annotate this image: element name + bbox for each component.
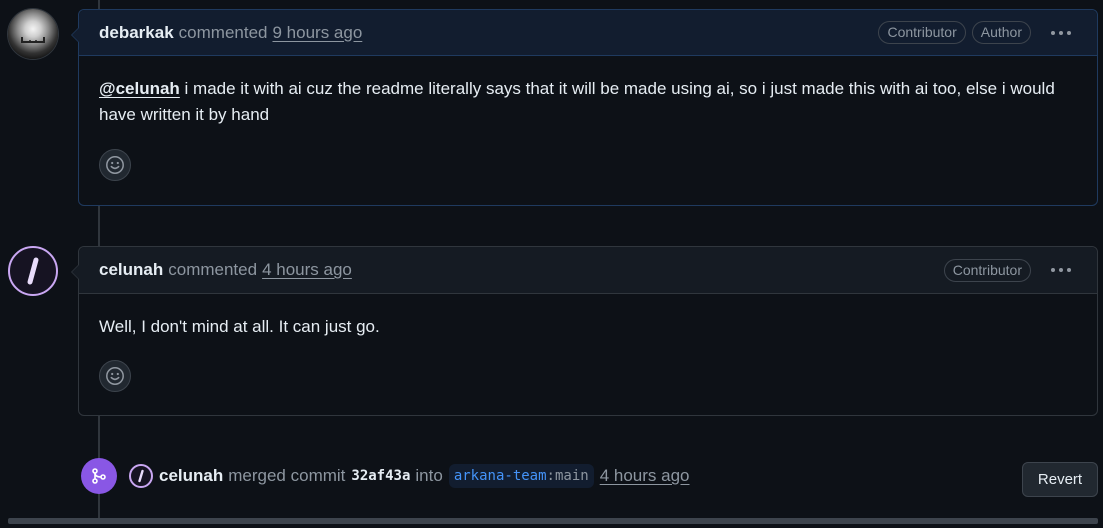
comment-caret	[71, 264, 79, 280]
add-reaction-button[interactable]	[99, 360, 131, 392]
comment-action: commented	[178, 22, 268, 42]
git-merge-icon	[81, 458, 117, 494]
smiley-icon	[106, 367, 124, 385]
comment-header: debarkak commented 9 hours ago Contribut…	[71, 10, 1097, 56]
comment-timestamp[interactable]: 4 hours ago	[262, 260, 352, 280]
smiley-icon	[106, 156, 124, 174]
comment-caret	[71, 27, 79, 43]
badge-contributor: Contributor	[878, 21, 966, 44]
kebab-menu-icon[interactable]	[1045, 258, 1077, 282]
pr-timeline: debarkak commented 9 hours ago Contribut…	[0, 0, 1103, 528]
merge-action: merged commit	[228, 466, 346, 485]
badge-contributor: Contributor	[943, 258, 1031, 282]
avatar-debarkak[interactable]	[8, 9, 58, 59]
revert-button[interactable]: Revert	[1022, 462, 1098, 497]
target-branch[interactable]: arkana-team:main	[448, 464, 594, 488]
avatar-celunah-small[interactable]	[129, 464, 153, 488]
comment-author[interactable]: celunah	[99, 260, 163, 280]
horizontal-scrollbar[interactable]	[8, 518, 1098, 524]
comment-timestamp[interactable]: 9 hours ago	[273, 23, 363, 43]
comment-text: Well, I don't mind at all. It can just g…	[99, 317, 380, 336]
branch-repo: arkana-team	[453, 468, 547, 484]
comment-debarkak: debarkak commented 9 hours ago Contribut…	[71, 9, 1098, 206]
kebab-menu-icon[interactable]	[1045, 21, 1077, 45]
comment-action: commented	[168, 260, 258, 279]
badge-author: Author	[971, 21, 1031, 44]
commit-sha-link[interactable]: 32af43a	[351, 468, 410, 484]
comment-header: celunah commented 4 hours ago Contributo…	[71, 247, 1097, 294]
branch-name: main	[554, 468, 589, 484]
branch-separator: :	[546, 468, 555, 484]
add-reaction-button[interactable]	[99, 149, 131, 181]
avatar-celunah[interactable]	[8, 246, 58, 296]
merge-event: celunah merged commit 32af43a into arkan…	[129, 460, 690, 492]
comment-body: @celunah i made it with ai cuz the readm…	[79, 56, 1097, 128]
comment-celunah: celunah commented 4 hours ago Contributo…	[71, 246, 1098, 416]
merge-timestamp[interactable]: 4 hours ago	[600, 466, 690, 486]
comment-body: Well, I don't mind at all. It can just g…	[79, 294, 1097, 340]
merge-author[interactable]: celunah	[159, 466, 223, 486]
comment-author[interactable]: debarkak	[99, 23, 174, 43]
comment-text: i made it with ai cuz the readme literal…	[99, 79, 1055, 124]
merge-into-label: into	[415, 466, 443, 485]
user-mention[interactable]: @celunah	[99, 79, 180, 98]
